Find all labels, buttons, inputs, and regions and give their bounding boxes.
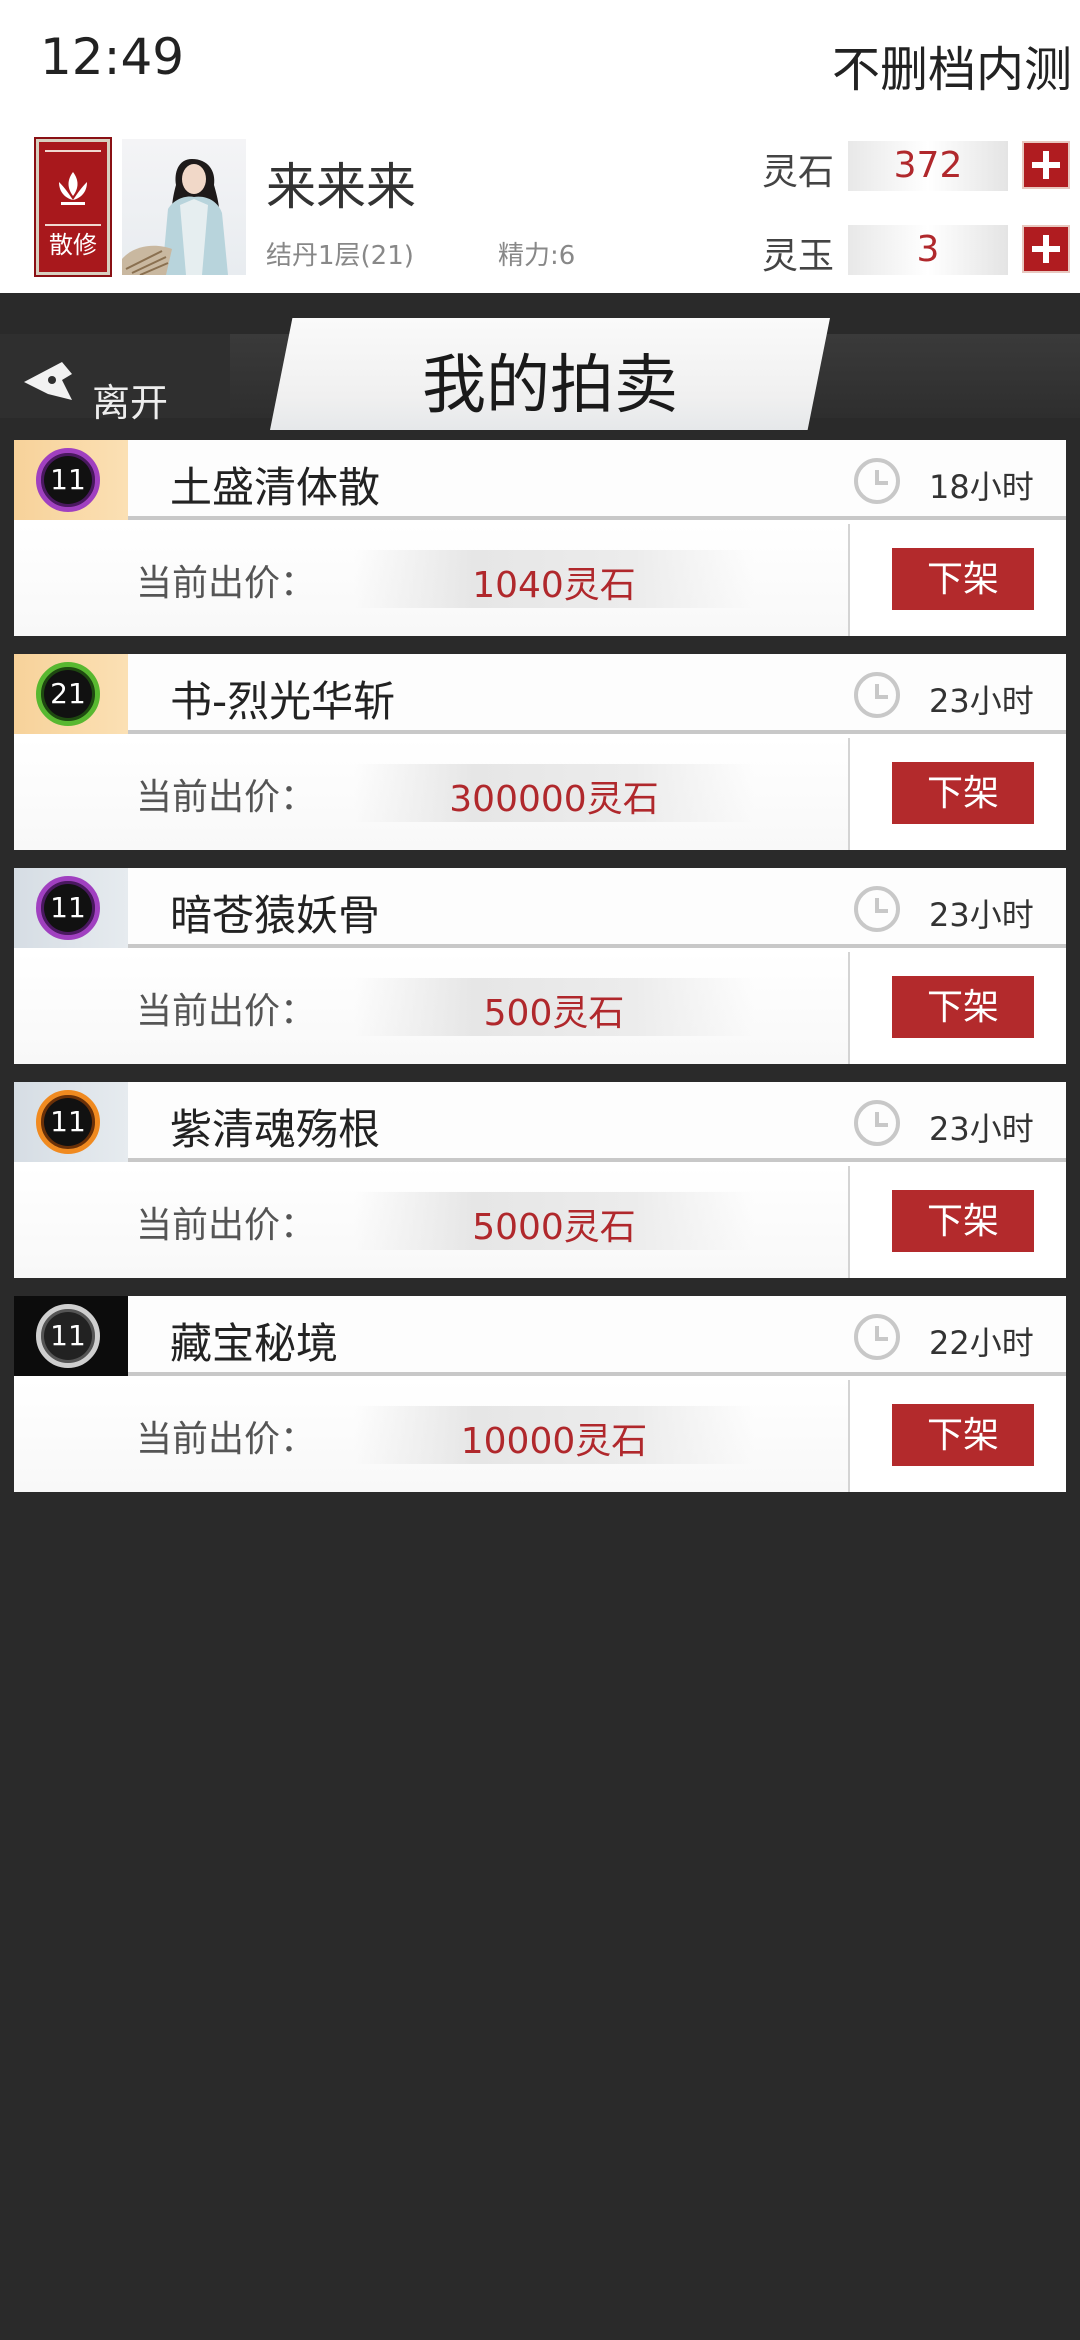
current-bid: 1040灵石 — [472, 565, 636, 606]
sect-label: 散修 — [49, 231, 97, 259]
item-tab: 11 — [14, 1082, 128, 1162]
current-bid: 10000灵石 — [460, 1421, 648, 1462]
current-bid: 300000灵石 — [449, 779, 659, 820]
delist-button[interactable]: 下架 — [892, 762, 1034, 824]
status-bar: 12:49 不删档内测 — [0, 0, 1080, 125]
item-tab: 11 — [14, 868, 128, 948]
clock-icon — [854, 458, 900, 504]
item-price-row: 当前出价： 1040灵石 — [14, 524, 850, 636]
current-bid: 500灵石 — [483, 993, 625, 1034]
delist-button[interactable]: 下架 — [892, 976, 1034, 1038]
time-remaining: 23小时 — [929, 682, 1034, 720]
clock-icon — [854, 672, 900, 718]
currency-spirit-jade: 灵玉 3 — [762, 223, 1072, 279]
item-name: 书-烈光华斩 — [170, 677, 396, 726]
player-realm: 结丹1层(21) — [266, 241, 414, 271]
clock-icon — [854, 886, 900, 932]
time-remaining: 23小时 — [929, 1110, 1034, 1148]
player-header: 散修 来来来 结丹1层(21) 精力:6 灵石 372 灵玉 3 — [0, 125, 1080, 293]
back-button[interactable]: 离开 — [0, 334, 230, 425]
list-item[interactable]: 11 土盛清体散 18小时 当前出价： 1040灵石 下架 — [14, 440, 1066, 636]
clock-icon — [854, 1314, 900, 1360]
list-item[interactable]: 21 书-烈光华斩 23小时 当前出价： 300000灵石 下架 — [14, 654, 1066, 850]
item-header: 11 藏宝秘境 22小时 — [14, 1296, 1066, 1376]
back-arrow-icon — [24, 362, 72, 400]
list-item[interactable]: 11 紫清魂殇根 23小时 当前出价： 5000灵石 下架 — [14, 1082, 1066, 1278]
time-remaining: 23小时 — [929, 896, 1034, 934]
level-badge: 11 — [36, 1304, 100, 1368]
currency-label: 灵石 — [762, 152, 835, 193]
currency-spirit-stone: 灵石 372 — [762, 139, 1072, 195]
auction-list: 11 土盛清体散 18小时 当前出价： 1040灵石 下架 21 书-烈光华斩 … — [14, 440, 1066, 1510]
server-label: 不删档内测 — [831, 42, 1072, 98]
player-name: 来来来 — [266, 158, 416, 216]
sect-badge[interactable]: 散修 — [36, 139, 110, 275]
delist-button[interactable]: 下架 — [892, 1190, 1034, 1252]
level-badge: 11 — [36, 1090, 100, 1154]
lotus-icon — [59, 172, 87, 205]
price-label: 当前出价： — [136, 1205, 317, 1246]
add-spirit-stone-button[interactable] — [1022, 141, 1070, 189]
list-item[interactable]: 11 暗苍猿妖骨 23小时 当前出价： 500灵石 下架 — [14, 868, 1066, 1064]
list-item[interactable]: 11 藏宝秘境 22小时 当前出价： 10000灵石 下架 — [14, 1296, 1066, 1492]
time-remaining: 18小时 — [929, 468, 1034, 506]
level-badge: 11 — [36, 448, 100, 512]
clock-time: 12:49 — [40, 28, 185, 86]
item-header: 21 书-烈光华斩 23小时 — [14, 654, 1066, 734]
current-bid: 5000灵石 — [472, 1207, 636, 1248]
title-bar: 离开 我的拍卖 — [0, 312, 1080, 430]
item-header: 11 土盛清体散 18小时 — [14, 440, 1066, 520]
avatar-portrait — [122, 159, 228, 275]
add-spirit-jade-button[interactable] — [1022, 225, 1070, 273]
item-price-row: 当前出价： 500灵石 — [14, 952, 850, 1064]
item-tab: 11 — [14, 1296, 128, 1376]
page-title: 我的拍卖 — [422, 349, 678, 423]
level-badge: 21 — [36, 662, 100, 726]
level-badge: 11 — [36, 876, 100, 940]
currency-label: 灵玉 — [762, 236, 835, 277]
item-tab: 11 — [14, 440, 128, 520]
time-remaining: 22小时 — [929, 1324, 1034, 1362]
item-name: 紫清魂殇根 — [170, 1105, 381, 1154]
item-header: 11 紫清魂殇根 23小时 — [14, 1082, 1066, 1162]
item-name: 藏宝秘境 — [170, 1319, 339, 1368]
delist-button[interactable]: 下架 — [892, 548, 1034, 610]
price-label: 当前出价： — [136, 991, 317, 1032]
avatar[interactable] — [122, 139, 246, 275]
player-stamina: 精力:6 — [498, 241, 576, 271]
price-label: 当前出价： — [136, 1419, 317, 1460]
currency-value: 3 — [916, 229, 940, 270]
item-price-row: 当前出价： 300000灵石 — [14, 738, 850, 850]
item-header: 11 暗苍猿妖骨 23小时 — [14, 868, 1066, 948]
price-label: 当前出价： — [136, 777, 317, 818]
back-label: 离开 — [92, 381, 169, 425]
item-name: 土盛清体散 — [170, 463, 381, 512]
item-price-row: 当前出价： 5000灵石 — [14, 1166, 850, 1278]
clock-icon — [854, 1100, 900, 1146]
currency-value: 372 — [893, 145, 963, 186]
badge-divider — [45, 150, 101, 152]
price-label: 当前出价： — [136, 563, 317, 604]
item-name: 暗苍猿妖骨 — [170, 891, 381, 940]
item-price-row: 当前出价： 10000灵石 — [14, 1380, 850, 1492]
item-tab: 21 — [14, 654, 128, 734]
delist-button[interactable]: 下架 — [892, 1404, 1034, 1466]
